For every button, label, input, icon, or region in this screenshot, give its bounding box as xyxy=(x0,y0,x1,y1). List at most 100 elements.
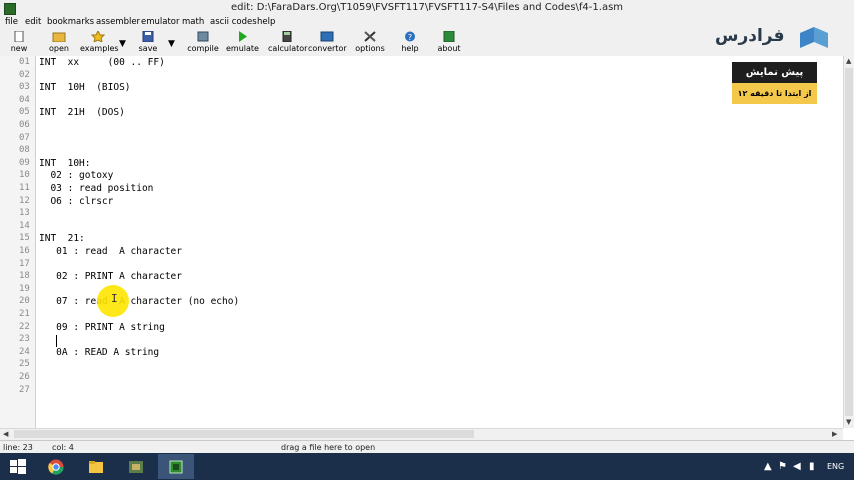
line-number-gutter: 01 02 03 04 05 06 07 08 09 10 11 12 13 14 15 16 17 18 19 20… xyxy=(0,56,36,428)
options-button[interactable]: options xyxy=(354,30,386,55)
status-line: line: 23 xyxy=(3,443,33,452)
line-number: 13 xyxy=(19,208,30,219)
menu-bookmarks[interactable]: bookmarks xyxy=(47,17,94,27)
convertor-button[interactable]: convertor xyxy=(308,30,347,55)
line-number: 22 xyxy=(19,321,30,332)
volume-icon[interactable]: ◀ xyxy=(793,461,801,472)
code-line[interactable]: 07 : read A character (no echo) xyxy=(39,296,239,307)
code-line[interactable]: 03 : read position xyxy=(39,183,153,194)
line-number: 16 xyxy=(19,246,30,256)
about-label: about xyxy=(437,44,461,53)
emulate-button[interactable]: emulate xyxy=(226,30,259,55)
save-label: save xyxy=(138,44,158,53)
scroll-up-icon[interactable]: ▲ xyxy=(846,57,851,65)
status-col: col: 4 xyxy=(52,443,74,452)
code-line[interactable]: INT 21: xyxy=(39,233,85,244)
save-button[interactable]: save xyxy=(136,30,160,55)
taskbar-app[interactable] xyxy=(118,454,154,479)
about-icon xyxy=(443,31,455,42)
convertor-icon xyxy=(320,31,334,42)
open-button[interactable]: open xyxy=(46,30,72,55)
line-number: 15 xyxy=(19,233,30,244)
line-number: 19 xyxy=(19,283,30,294)
tray-arrow-icon[interactable]: ▲ xyxy=(764,461,772,472)
line-number: 27 xyxy=(19,384,30,395)
new-file-icon xyxy=(14,31,24,42)
scroll-down-icon[interactable]: ▼ xyxy=(846,418,851,426)
convertor-label: convertor xyxy=(308,44,347,53)
play-icon xyxy=(239,31,247,42)
menu-math[interactable]: math xyxy=(182,17,204,27)
line-number: 06 xyxy=(19,120,30,130)
floppy-icon xyxy=(142,31,154,42)
menu-file[interactable]: file xyxy=(5,17,18,27)
open-label: open xyxy=(49,44,69,53)
menu-emulator[interactable]: emulator xyxy=(141,17,180,27)
menu-ascii-codes[interactable]: ascii codes xyxy=(210,17,257,27)
line-number: 05 xyxy=(19,107,30,118)
line-number: 21 xyxy=(19,309,30,319)
taskbar-file-explorer[interactable] xyxy=(78,454,114,479)
code-line[interactable]: 0A : READ A string xyxy=(39,347,159,358)
folder-icon xyxy=(89,461,103,473)
calculator-button[interactable]: calculator xyxy=(268,30,307,55)
code-line[interactable]: INT xx (00 .. FF) xyxy=(39,57,165,68)
start-button[interactable] xyxy=(0,454,36,479)
title-bar: edit: D:\FaraDars.Org\T1059\FVSFT117\FVS… xyxy=(0,0,854,17)
badge-title: پیش نمایش xyxy=(732,62,817,83)
menu-edit[interactable]: edit xyxy=(25,17,41,27)
calculator-icon xyxy=(282,31,292,42)
scroll-right-icon[interactable]: ▶ xyxy=(832,430,837,438)
help-icon: ? xyxy=(405,31,415,42)
line-number: 25 xyxy=(19,359,30,370)
folder-icon xyxy=(52,32,66,42)
flag-icon[interactable]: ⚑ xyxy=(778,461,787,472)
code-editor[interactable]: 01 02 03 04 05 06 07 08 09 10 11 12 13 14 15 16 17 18 19 20… xyxy=(0,56,843,428)
taskbar-emu8086[interactable] xyxy=(158,454,194,479)
options-label: options xyxy=(355,44,385,53)
tools-icon xyxy=(364,31,376,42)
line-number: 01 xyxy=(19,57,30,67)
line-number: 11 xyxy=(19,183,30,193)
about-button[interactable]: about xyxy=(436,30,462,55)
line-number: 09 xyxy=(19,157,30,168)
code-line[interactable]: INT 10H (BIOS) xyxy=(39,82,131,93)
line-number: 03 xyxy=(19,82,30,93)
code-line[interactable]: 02 : gotoxy xyxy=(39,170,113,181)
examples-button[interactable]: examples xyxy=(80,30,119,55)
logo-book-icon xyxy=(800,27,828,48)
star-icon xyxy=(91,31,105,42)
new-button[interactable]: new xyxy=(6,30,32,55)
horizontal-scroll-thumb[interactable] xyxy=(14,430,474,438)
code-line[interactable]: INT 21H (DOS) xyxy=(39,107,125,118)
line-number: 08 xyxy=(19,145,30,156)
scroll-left-icon[interactable]: ◀ xyxy=(3,430,8,438)
compile-label: compile xyxy=(187,44,219,53)
line-number: 17 xyxy=(19,258,30,269)
code-line[interactable]: 09 : PRINT A string xyxy=(39,322,165,333)
network-icon[interactable]: ▮ xyxy=(809,461,815,472)
code-line[interactable]: INT 10H: xyxy=(39,158,90,169)
examples-label: examples xyxy=(80,44,119,53)
vertical-scrollbar[interactable]: ▲ ▼ xyxy=(843,56,854,428)
taskbar-chrome[interactable] xyxy=(38,454,74,479)
app-tool-icon xyxy=(129,461,143,473)
help-button[interactable]: ? help xyxy=(398,30,422,55)
compile-button[interactable]: compile xyxy=(186,30,220,55)
logo-text: فرادرس xyxy=(715,26,785,46)
chrome-icon xyxy=(48,459,64,475)
code-line[interactable]: O6 : clrscr xyxy=(39,196,113,207)
chip-icon xyxy=(169,460,183,474)
code-line[interactable]: 01 : read A character xyxy=(39,246,182,257)
line-number: 20 xyxy=(19,296,30,307)
code-line[interactable]: 02 : PRINT A character xyxy=(39,271,182,282)
menu-assembler[interactable]: assembler xyxy=(96,17,140,27)
windows-icon xyxy=(10,459,26,474)
compile-icon xyxy=(197,31,209,42)
horizontal-scrollbar[interactable]: ◀ ▶ xyxy=(0,428,843,440)
line-number: 12 xyxy=(19,195,30,206)
language-indicator[interactable]: ENG xyxy=(827,462,844,471)
new-label: new xyxy=(10,44,28,53)
menu-help[interactable]: help xyxy=(257,17,275,27)
vertical-scroll-thumb[interactable] xyxy=(845,68,853,416)
